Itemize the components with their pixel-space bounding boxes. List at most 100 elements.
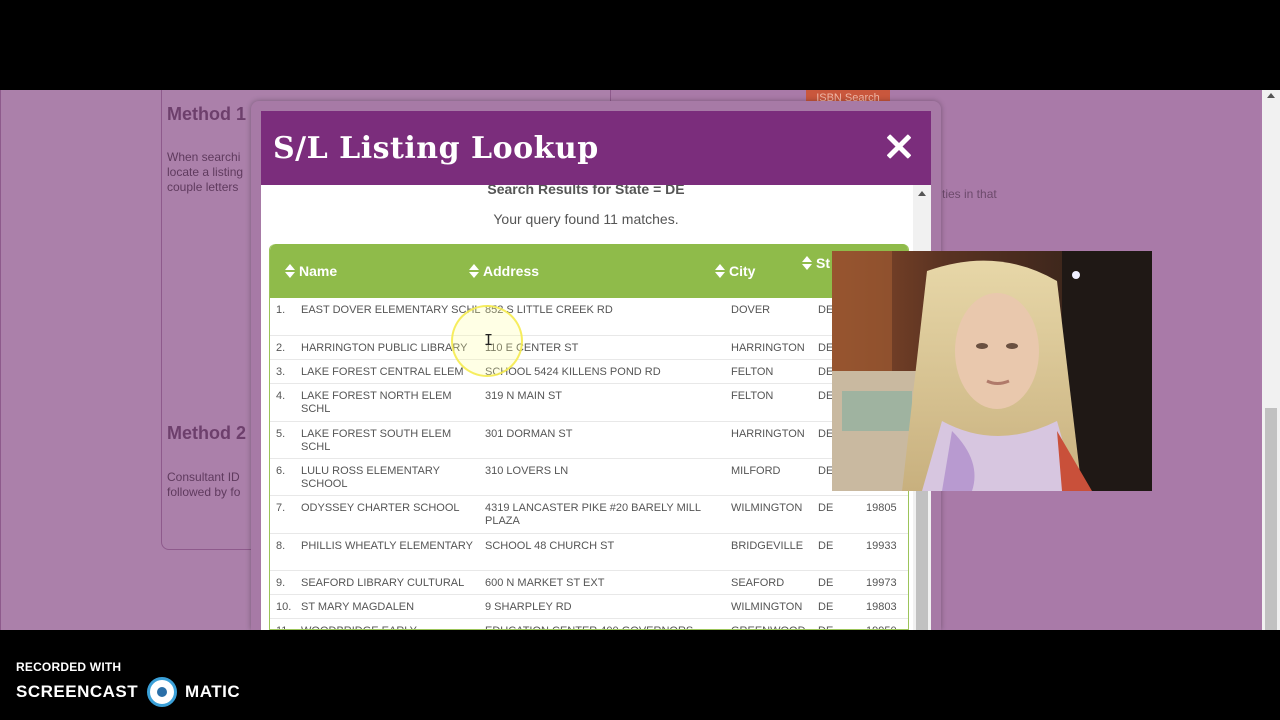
row-name: LULU ROSS ELEMENTARY SCHOOL [301,465,440,490]
sort-icon[interactable] [802,256,812,270]
table-row[interactable]: 10. ST MARY MAGDALEN 9 SHARPLEY RD WILMINGT… [270,595,908,619]
table-row[interactable]: 2. HARRINGTON PUBLIC LIBRARY 110 E CENTER … [270,336,908,360]
row-number: 4. [276,390,286,402]
screencast-watermark: RECORDED WITH SCREENCAST MATIC [16,660,240,707]
row-number: 5. [276,428,286,440]
row-city: MILFORD [731,465,781,477]
sort-icon[interactable] [715,264,725,278]
results-heading: Search Results for State = DE [487,185,685,197]
row-name: ST MARY MAGDALEN [301,601,415,613]
sort-icon[interactable] [469,264,479,278]
modal-header: S/L Listing Lookup [261,111,931,185]
row-zip: 19803 [866,601,897,613]
row-state: DE [818,390,834,402]
record-logo-icon [146,677,177,707]
row-number: 10. [276,601,292,613]
table-row[interactable]: 4. LAKE FOREST NORTH ELEM SCHL 319 N MAIN … [270,384,908,422]
header-name-label: Name [299,263,338,279]
results-count: Your query found 11 matches. [493,211,679,227]
header-state[interactable]: St [802,255,830,271]
table-row[interactable]: 7. ODYSSEY CHARTER SCHOOL 4319 LANCASTER P… [270,496,908,534]
row-number: 9. [276,577,286,589]
row-name: LAKE FOREST NORTH ELEM SCHL [301,390,452,415]
row-number: 2. [276,342,286,354]
page-scroll-thumb[interactable] [1265,408,1277,630]
header-city-label: City [729,263,756,279]
row-address: 4319 LANCASTER PIKE #20 BARELY MILL PLAZ… [485,502,701,527]
method2-text: Consultant ID followed by fo [167,470,241,499]
row-state: DE [818,540,834,552]
header-city[interactable]: City [715,263,755,279]
row-name: PHILLIS WHEATLY ELEMENTARY [301,540,473,552]
table-row[interactable]: 6. LULU ROSS ELEMENTARY SCHOOL 310 LOVERS … [270,459,908,496]
text-cursor-icon: I [484,331,494,349]
row-address: SCHOOL 48 CHURCH ST [485,540,615,552]
row-name: ODYSSEY CHARTER SCHOOL [301,502,460,514]
row-city: HARRINGTON [731,428,805,440]
row-address: 600 N MARKET ST EXT [485,577,605,589]
row-address: EDUCATION CENTER 400 GOVERNORS [485,625,720,629]
row-name: WOODBRIDGE EARLY [301,625,481,629]
row-name: LAKE FOREST CENTRAL ELEM [301,366,464,378]
row-address: 9 SHARPLEY RD [485,601,572,613]
table-row[interactable]: 3. LAKE FOREST CENTRAL ELEM SCHOOL 5424 KI… [270,360,908,384]
row-state: DE [818,502,834,514]
row-city: WILMINGTON [731,601,803,613]
row-city: BRIDGEVILLE [731,540,804,552]
recorded-with-label: RECORDED WITH [16,660,122,674]
row-state: DE [818,304,834,316]
row-city: GREENWOOD [731,625,806,629]
row-number: 8. [276,540,286,552]
screencast-logo: SCREENCAST MATIC [16,677,240,707]
row-address: SCHOOL 5424 KILLENS POND RD [485,366,661,378]
screen: Method 1 When searchi locate a listing c… [0,0,1280,720]
row-state: DE [818,366,834,378]
row-zip: 19973 [866,577,897,589]
page-scrollbar[interactable] [1262,90,1280,630]
method1-title: Method 1 [167,104,246,124]
row-name: EAST DOVER ELEMENTARY SCHL [301,304,481,316]
row-city: SEAFORD [731,577,785,589]
header-state-label: St [816,255,830,271]
table-row[interactable]: 9. SEAFORD LIBRARY CULTURAL 600 N MARKET S… [270,571,908,595]
brand-left: SCREENCAST [16,682,139,701]
row-number: 11. [276,625,290,629]
row-number: 1. [276,304,286,316]
row-city: DOVER [731,304,771,316]
row-city: HARRINGTON [731,342,805,354]
row-address: 301 DORMAN ST [485,428,573,440]
row-city: WILMINGTON [731,502,803,514]
brand-right: MATIC [185,682,241,701]
header-address[interactable]: Address [469,263,539,279]
table-row[interactable]: 11. WOODBRIDGE EARLY EDUCATION CENTER 400 … [270,619,908,629]
scroll-up-icon[interactable] [918,191,926,196]
row-city: FELTON [731,366,774,378]
row-number: 7. [276,502,286,514]
header-address-label: Address [483,263,540,279]
webcam-image [832,251,1152,491]
table-header: Name Address City St [270,244,908,298]
table-row[interactable]: 5. LAKE FOREST SOUTH ELEM SCHL 301 DORMAN … [270,422,908,459]
sort-icon[interactable] [285,264,295,278]
table-row[interactable]: 8. PHILLIS WHEATLY ELEMENTARY SCHOOL 48 CH… [270,534,908,571]
row-number: 3. [276,366,286,378]
row-zip: 19805 [866,502,897,514]
right-panel-text: ties in that [942,187,997,201]
row-zip: 19933 [866,540,897,552]
row-state: DE [818,601,834,613]
close-icon[interactable] [881,129,917,165]
row-zip: 19950 [866,625,897,629]
scroll-up-icon[interactable] [1267,93,1275,98]
webcam-overlay [832,251,1152,491]
row-state: DE [818,577,834,589]
row-name: LAKE FOREST SOUTH ELEM SCHL [301,428,452,453]
modal-title: S/L Listing Lookup [273,131,599,166]
modal-body: Search Results for State = DE Your query… [261,185,931,630]
row-state: DE [818,342,834,354]
row-state: DE [818,465,834,477]
header-name[interactable]: Name [285,263,337,279]
row-address: 310 LOVERS LN [485,465,569,477]
table-row[interactable]: 1. EAST DOVER ELEMENTARY SCHL 852 S LITTLE… [270,298,908,336]
row-name: SEAFORD LIBRARY CULTURAL [301,577,465,589]
results-table: Name Address City St 1. EAST DOVER ELEMEN… [269,244,909,630]
